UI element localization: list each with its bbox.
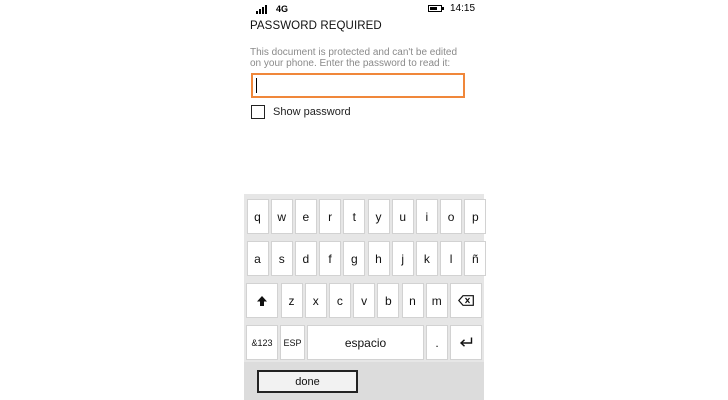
key-c[interactable]: c bbox=[328, 283, 351, 318]
key-k[interactable]: k bbox=[415, 241, 438, 276]
key-m[interactable]: m bbox=[425, 283, 448, 318]
dialog-description: This document is protected and can't be … bbox=[250, 47, 458, 69]
enter-key[interactable] bbox=[450, 325, 482, 360]
key-x[interactable]: x bbox=[304, 283, 327, 318]
network-type: 4G bbox=[276, 4, 289, 14]
key-s[interactable]: s bbox=[270, 241, 293, 276]
show-password-label: Show password bbox=[273, 106, 351, 118]
show-password-checkbox[interactable] bbox=[251, 105, 265, 119]
dialog-title: PASSWORD REQUIRED bbox=[250, 20, 382, 32]
key-y[interactable]: y bbox=[367, 199, 390, 234]
key-l[interactable]: l bbox=[440, 241, 463, 276]
battery-fill bbox=[430, 7, 437, 10]
key-ñ[interactable]: ñ bbox=[464, 241, 487, 276]
status-bar: 4G 14:15 bbox=[244, 0, 484, 18]
enter-icon bbox=[459, 337, 473, 347]
key-p[interactable]: p bbox=[464, 199, 487, 234]
key-t[interactable]: t bbox=[343, 199, 366, 234]
shift-key[interactable] bbox=[246, 283, 278, 318]
signal-strength-icon bbox=[256, 4, 270, 14]
status-time: 14:15 bbox=[450, 3, 476, 14]
key-d[interactable]: d bbox=[294, 241, 317, 276]
key-v[interactable]: v bbox=[353, 283, 376, 318]
key-z[interactable]: z bbox=[280, 283, 303, 318]
key-r[interactable]: r bbox=[319, 199, 342, 234]
key-g[interactable]: g bbox=[343, 241, 366, 276]
phone-screen: 4G 14:15 PASSWORD REQUIRED This document… bbox=[244, 0, 487, 400]
numbers-symbols-key[interactable]: &123 bbox=[246, 325, 278, 360]
backspace-icon bbox=[458, 295, 474, 306]
key-f[interactable]: f bbox=[319, 241, 342, 276]
period-key[interactable]: . bbox=[426, 325, 448, 360]
key-w[interactable]: w bbox=[270, 199, 293, 234]
text-cursor bbox=[256, 78, 257, 93]
password-input[interactable] bbox=[251, 73, 465, 98]
key-j[interactable]: j bbox=[391, 241, 414, 276]
key-o[interactable]: o bbox=[440, 199, 463, 234]
backspace-key[interactable] bbox=[450, 283, 482, 318]
shift-icon bbox=[257, 295, 267, 306]
key-n[interactable]: n bbox=[401, 283, 424, 318]
key-a[interactable]: a bbox=[246, 241, 269, 276]
done-button[interactable]: done bbox=[257, 370, 358, 393]
key-e[interactable]: e bbox=[294, 199, 317, 234]
space-bar[interactable]: espacio bbox=[307, 325, 424, 360]
key-b[interactable]: b bbox=[377, 283, 400, 318]
key-h[interactable]: h bbox=[367, 241, 390, 276]
key-q[interactable]: q bbox=[246, 199, 269, 234]
show-password-toggle[interactable]: Show password bbox=[251, 104, 351, 120]
language-key[interactable]: ESP bbox=[280, 325, 305, 360]
key-u[interactable]: u bbox=[391, 199, 414, 234]
battery-icon bbox=[428, 5, 444, 12]
key-i[interactable]: i bbox=[415, 199, 438, 234]
